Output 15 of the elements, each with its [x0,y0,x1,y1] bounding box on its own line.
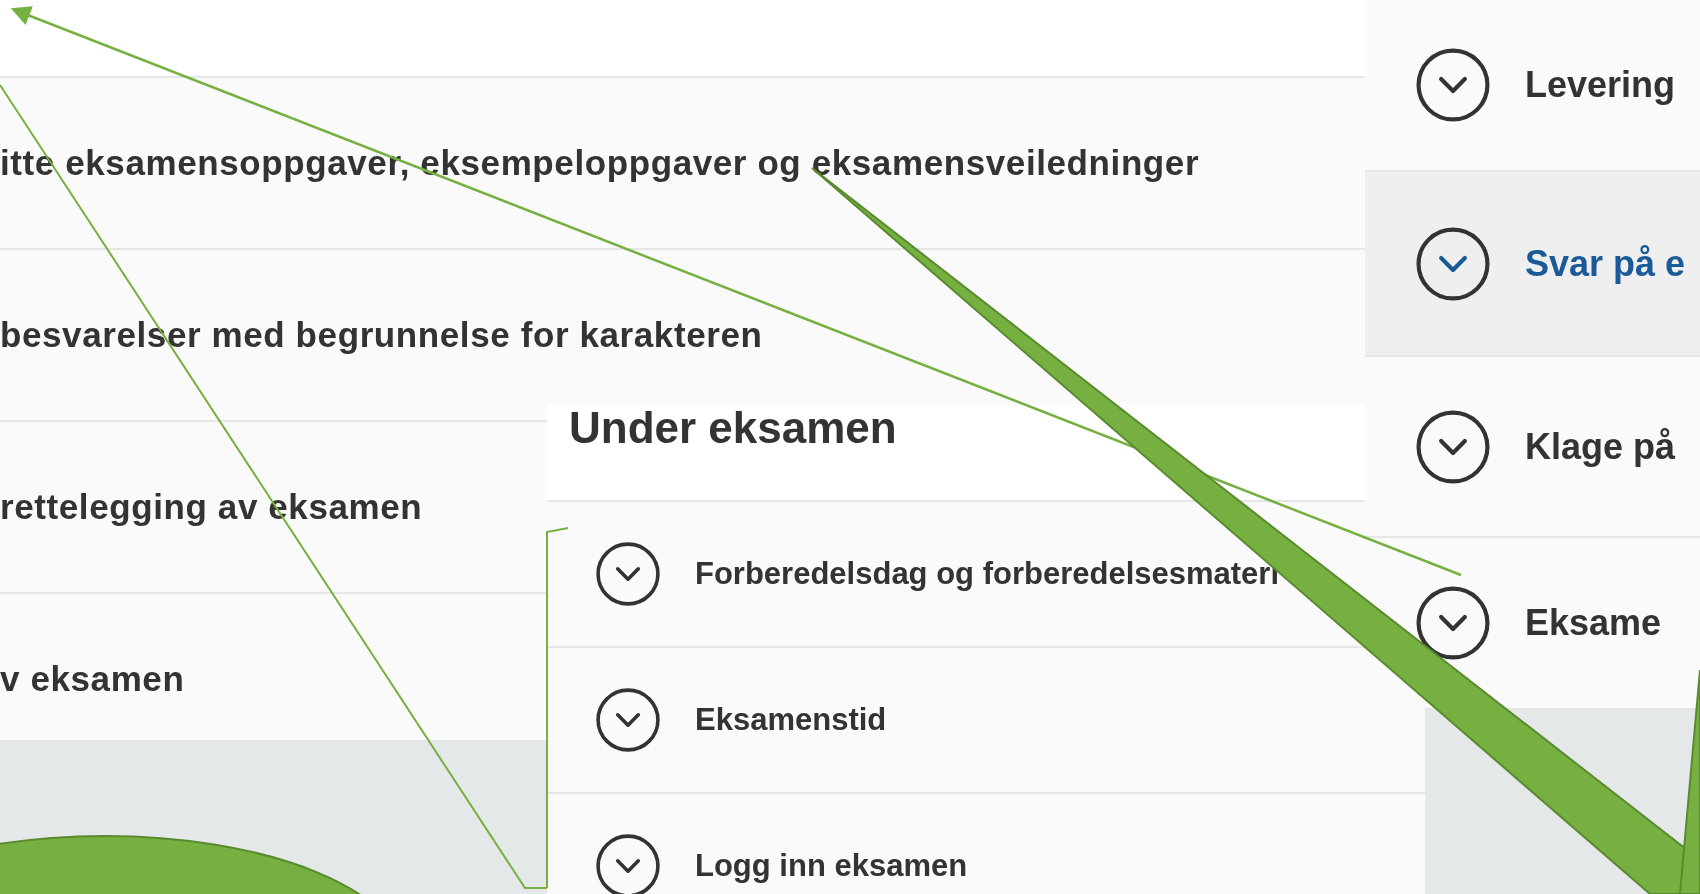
accordion-item[interactable]: Eksamenstid [695,696,887,744]
chevron-down-circle-icon [595,687,661,753]
section-heading: Under eksamen [569,406,898,450]
accordion-item[interactable]: itte eksamensoppgaver, eksempeloppgaver og eksamensveiledninger [0,136,1200,190]
chevron-down-circle-icon [1415,47,1491,123]
chevron-down-circle-icon [1415,408,1491,485]
accordion-item[interactable]: v eksamen [0,652,185,706]
accordion-item[interactable]: Logg inn eksamen [695,842,968,890]
chevron-down-circle-icon [1415,585,1491,661]
chevron-down-circle-icon [1415,225,1491,302]
accordion-item[interactable]: Eksame [1525,596,1662,650]
chevron-down-circle-icon [595,541,661,607]
accordion-item[interactable]: Svar på e [1525,236,1686,291]
accordion-item[interactable]: Klage på [1525,419,1676,474]
accordion-item[interactable]: Levering [1525,58,1676,112]
